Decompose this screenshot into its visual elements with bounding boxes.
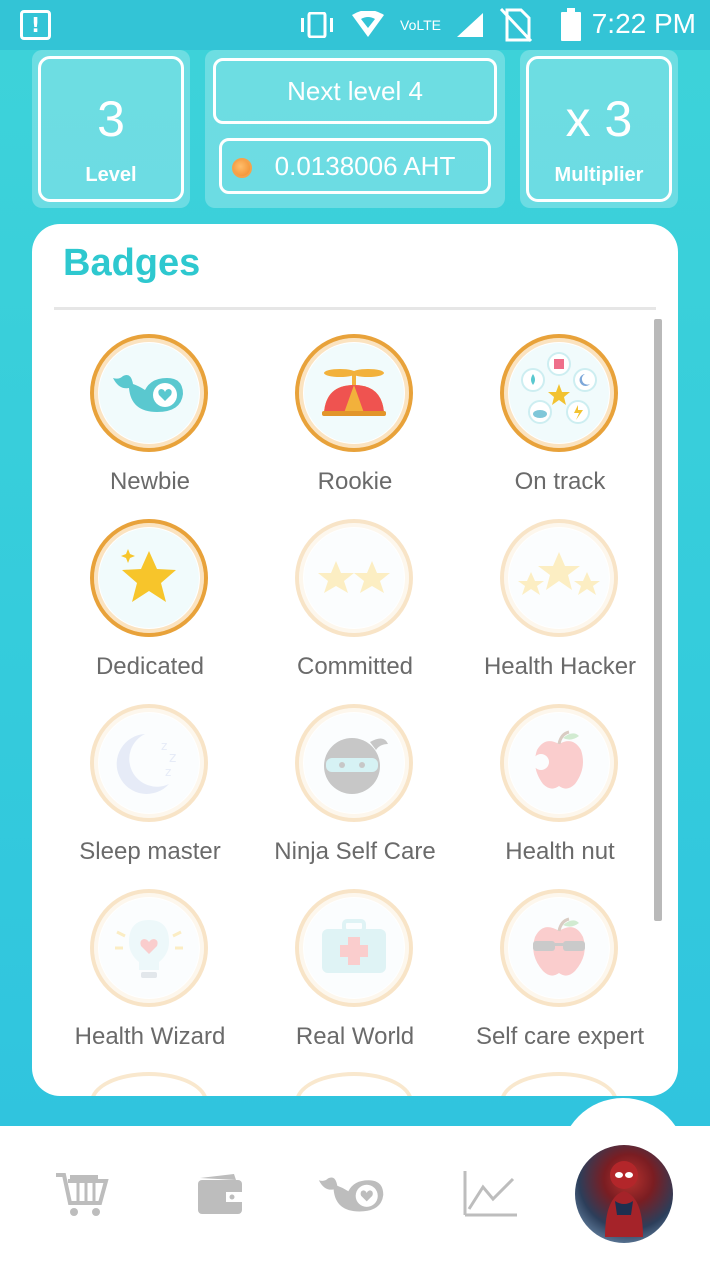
level-label: Level [85, 164, 137, 186]
badges-title: Badges [63, 242, 201, 284]
divider [54, 307, 656, 310]
badges-card[interactable]: Badges Newbie Rookie On track Dedicated … [32, 224, 678, 1096]
multiplier-label: Multiplier [554, 164, 644, 186]
badge-label: Real World [295, 1023, 415, 1050]
multiplier-value: x 3 [565, 91, 633, 147]
badge-circle [90, 519, 208, 637]
alert-icon: ! [20, 10, 51, 40]
profile-avatar[interactable] [575, 1145, 673, 1243]
badge-health-hacker[interactable]: Health Hacker [457, 519, 663, 703]
badge-circle [90, 334, 208, 452]
apple-bite-icon [533, 730, 583, 789]
wallet-icon[interactable] [192, 1166, 248, 1222]
two-stars-icon [318, 561, 390, 593]
level-value: 3 [97, 91, 125, 147]
three-stars-icon [518, 552, 600, 595]
whale-heart-icon[interactable] [312, 1166, 392, 1222]
level-box: 3 Level [38, 56, 184, 202]
multiplier-box: x 3 Multiplier [526, 56, 672, 202]
badge-label: Ninja Self Care [274, 838, 436, 865]
badge-peek [500, 1072, 618, 1096]
badge-label: Health Hacker [483, 653, 637, 680]
badge-circle [295, 889, 413, 1007]
status-time: 7:22 PM [591, 8, 696, 39]
badge-dedicated[interactable]: Dedicated [47, 519, 253, 703]
wifi-icon [352, 11, 384, 37]
propeller-cap-icon [322, 369, 386, 416]
no-sim-icon [499, 7, 533, 43]
badge-label: Newbie [109, 468, 191, 495]
whale-heart-icon [113, 375, 183, 412]
badge-health-nut[interactable]: Health nut [457, 704, 663, 888]
badge-circle [500, 519, 618, 637]
badge-ninja-self-care[interactable]: Ninja Self Care [252, 704, 458, 888]
svg-text:z: z [169, 750, 176, 766]
cool-apple-icon [533, 917, 585, 976]
badge-circle [90, 889, 208, 1007]
signal-icon [457, 13, 483, 37]
vibrate-icon [301, 12, 333, 38]
star-icon [121, 549, 176, 602]
badge-self-care-expert[interactable]: Self care expert [457, 889, 663, 1073]
svg-text:z: z [161, 739, 167, 753]
battery-icon [561, 8, 581, 41]
badge-label: Health Wizard [74, 1023, 226, 1050]
status-bar: ! VoLTE 7:22 PM [0, 0, 710, 50]
avatar-image [605, 1161, 643, 1237]
health-wheel-icon [521, 352, 597, 424]
next-level-pill: Next level 4 [213, 58, 497, 124]
badge-committed[interactable]: Committed [252, 519, 458, 703]
badge-circle [500, 334, 618, 452]
badge-sleep-master[interactable]: z z z Sleep master [47, 704, 253, 888]
badge-peek [295, 1072, 413, 1096]
moon-zzz-icon: z z z [116, 734, 176, 794]
badge-circle [295, 334, 413, 452]
badge-label: Sleep master [79, 838, 221, 865]
level-panel: 3 Level [32, 50, 190, 208]
first-aid-kit-icon [322, 919, 386, 973]
ninja-icon [324, 738, 388, 794]
status-icons: VoLTE [298, 7, 583, 43]
badge-circle [500, 889, 618, 1007]
badge-label: Committed [296, 653, 414, 680]
cart-icon[interactable] [52, 1166, 112, 1222]
badge-circle [295, 704, 413, 822]
badge-health-wizard[interactable]: Health Wizard [47, 889, 253, 1073]
badge-label: Health nut [505, 838, 615, 865]
chart-icon[interactable] [460, 1166, 520, 1222]
next-level-text: Next level 4 [287, 75, 423, 106]
multiplier-panel: x 3 Multiplier [520, 50, 678, 208]
badge-circle: z z z [90, 704, 208, 822]
badge-circle [500, 704, 618, 822]
balance-pill: 0.0138006 AHT [219, 138, 491, 194]
balance-text: 0.0138006 AHT [274, 150, 456, 181]
volte-label: VoLTE [400, 17, 441, 33]
badge-label: On track [514, 468, 606, 495]
svg-text:z: z [165, 765, 171, 779]
lightbulb-heart-icon [115, 920, 183, 978]
badge-peek [90, 1072, 208, 1096]
badge-rookie[interactable]: Rookie [252, 334, 458, 518]
badge-real-world[interactable]: Real World [252, 889, 458, 1073]
badge-newbie[interactable]: Newbie [47, 334, 253, 518]
badge-label: Self care expert [475, 1023, 645, 1050]
badge-circle [295, 519, 413, 637]
coin-icon [232, 158, 252, 178]
progress-panel: Next level 4 0.0138006 AHT [205, 50, 505, 208]
badge-label: Rookie [317, 468, 393, 495]
badge-on-track[interactable]: On track [457, 334, 663, 518]
badge-label: Dedicated [95, 653, 205, 680]
